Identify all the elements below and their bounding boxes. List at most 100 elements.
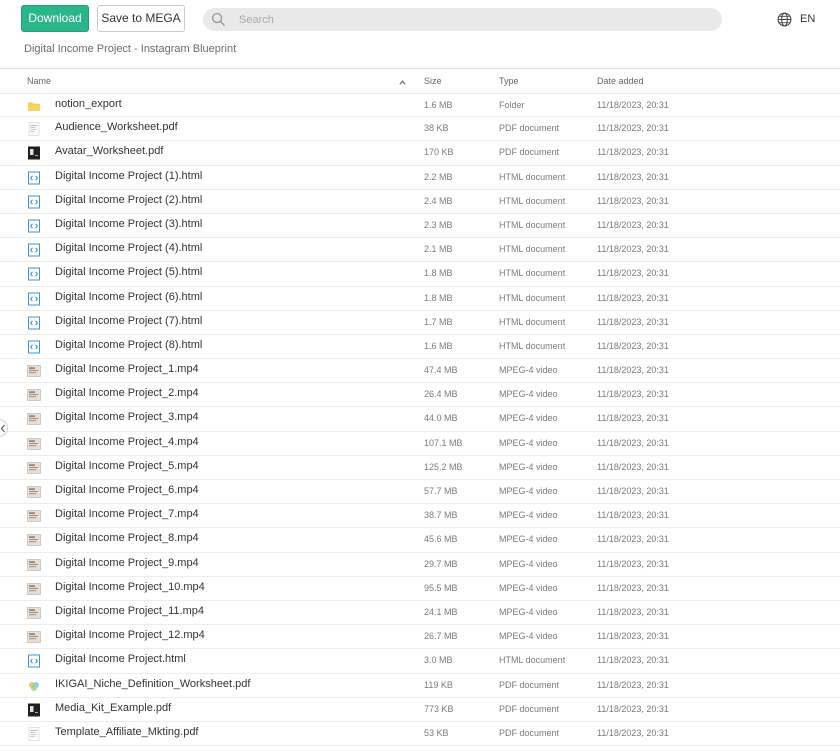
file-row[interactable]: Digital Income Project (6).html 1.8 MB HTM…: [0, 287, 840, 311]
file-size: 2.1 MB: [424, 244, 453, 255]
file-date-added: 11/18/2023, 20:31: [597, 437, 669, 448]
file-name[interactable]: notion_export: [55, 98, 122, 110]
html-file-icon: [27, 340, 41, 354]
file-date-added: 11/18/2023, 20:31: [597, 389, 669, 400]
file-row[interactable]: Template_Affiliate_Mkting.pdf 53 KB PDF do…: [0, 722, 840, 747]
file-date-added: 11/18/2023, 20:31: [597, 655, 669, 666]
file-row[interactable]: Digital Income Project (1).html 2.2 MB HTM…: [0, 166, 840, 190]
file-name[interactable]: Avatar_Worksheet.pdf: [55, 145, 163, 157]
file-size: 38.7 MB: [424, 510, 458, 521]
sort-ascending-icon[interactable]: [398, 78, 407, 87]
file-name[interactable]: Template_Affiliate_Mkting.pdf: [55, 726, 199, 738]
file-name[interactable]: Audience_Worksheet.pdf: [55, 121, 178, 133]
file-row[interactable]: Digital Income Project_11.mp4 24.1 MB MPEG…: [0, 601, 840, 626]
download-button[interactable]: Download: [21, 5, 89, 32]
column-header-type[interactable]: Type: [499, 76, 519, 86]
file-date-added: 11/18/2023, 20:31: [597, 171, 669, 182]
file-row[interactable]: Digital Income Project_6.mp4 57.7 MB MPEG-…: [0, 480, 840, 505]
file-row[interactable]: Digital Income Project_8.mp4 45.6 MB MPEG-…: [0, 528, 840, 553]
file-size: 3.0 MB: [424, 655, 453, 666]
search-input[interactable]: [239, 10, 709, 29]
file-row[interactable]: Digital Income Project_7.mp4 38.7 MB MPEG-…: [0, 504, 840, 529]
file-type: HTML document: [499, 219, 566, 230]
file-type: MPEG-4 video: [499, 389, 558, 400]
file-row[interactable]: Digital Income Project_3.mp4 44.0 MB MPEG-…: [0, 407, 840, 432]
file-row[interactable]: Avatar_Worksheet.pdf 170 KB PDF document 11…: [0, 141, 840, 166]
file-name[interactable]: Digital Income Project_3.mp4: [55, 411, 199, 423]
column-header-name[interactable]: Name: [27, 76, 51, 86]
file-type: HTML document: [499, 195, 566, 206]
column-header-size[interactable]: Size: [424, 76, 442, 86]
file-name[interactable]: Digital Income Project_2.mp4: [55, 387, 199, 399]
file-name[interactable]: Digital Income Project.html: [55, 653, 186, 665]
file-size: 107.1 MB: [424, 437, 463, 448]
file-date-added: 11/18/2023, 20:31: [597, 703, 669, 714]
file-row[interactable]: Audience_Worksheet.pdf 38 KB PDF document 1…: [0, 117, 840, 142]
video-thumbnail-icon: [27, 582, 41, 596]
file-row[interactable]: Digital Income Project (8).html 1.6 MB HTM…: [0, 335, 840, 360]
file-name[interactable]: Digital Income Project (5).html: [55, 266, 202, 278]
file-name[interactable]: Digital Income Project (6).html: [55, 291, 202, 303]
file-size: 95.5 MB: [424, 582, 458, 593]
file-name[interactable]: Digital Income Project (4).html: [55, 242, 202, 254]
save-to-mega-button[interactable]: Save to MEGA: [97, 5, 185, 32]
file-name[interactable]: Digital Income Project_6.mp4: [55, 484, 199, 496]
file-name[interactable]: Digital Income Project_4.mp4: [55, 436, 199, 448]
file-row[interactable]: Digital Income Project (4).html 2.1 MB HTM…: [0, 238, 840, 263]
file-row[interactable]: Digital Income Project_4.mp4 107.1 MB MPEG…: [0, 432, 840, 456]
column-header-date-added[interactable]: Date added: [597, 76, 644, 86]
file-name[interactable]: Digital Income Project_12.mp4: [55, 629, 205, 641]
file-name[interactable]: Digital Income Project (2).html: [55, 194, 202, 206]
file-name[interactable]: Digital Income Project_10.mp4: [55, 581, 205, 593]
file-type: PDF document: [499, 123, 560, 134]
search-icon: [211, 12, 226, 27]
file-size: 38 KB: [424, 123, 449, 134]
file-name[interactable]: Digital Income Project_5.mp4: [55, 460, 199, 472]
file-name[interactable]: Media_Kit_Example.pdf: [55, 702, 171, 714]
file-size: 119 KB: [424, 679, 453, 690]
file-type: HTML document: [499, 292, 566, 303]
file-row[interactable]: Digital Income Project (7).html 1.7 MB HTM…: [0, 311, 840, 335]
file-row[interactable]: Media_Kit_Example.pdf 773 KB PDF document 1…: [0, 698, 840, 722]
file-row[interactable]: Digital Income Project.html 3.0 MB HTML do…: [0, 649, 840, 674]
top-toolbar: Download Save to MEGA EN: [0, 0, 840, 40]
file-name[interactable]: Digital Income Project (7).html: [55, 315, 202, 327]
file-row[interactable]: notion_export 1.6 MB Folder 11/18/2023, 20:…: [0, 93, 840, 118]
file-name[interactable]: Digital Income Project_7.mp4: [55, 508, 199, 520]
file-date-added: 11/18/2023, 20:31: [597, 679, 669, 690]
file-row[interactable]: Digital Income Project_9.mp4 29.7 MB MPEG-…: [0, 553, 840, 577]
search-bar[interactable]: [203, 8, 722, 31]
file-name[interactable]: Digital Income Project_11.mp4: [55, 605, 204, 617]
video-thumbnail-icon: [27, 364, 41, 378]
globe-icon: [777, 12, 792, 26]
video-thumbnail-icon: [27, 533, 41, 547]
html-file-icon: [27, 243, 41, 257]
file-row[interactable]: Digital Income Project_2.mp4 26.4 MB MPEG-…: [0, 383, 840, 408]
file-name[interactable]: IKIGAI_Niche_Definition_Worksheet.pdf: [55, 678, 250, 690]
file-name[interactable]: Digital Income Project_9.mp4: [55, 557, 199, 569]
file-name[interactable]: Digital Income Project (1).html: [55, 170, 202, 182]
file-date-added: 11/18/2023, 20:31: [597, 558, 669, 569]
file-size: 26.4 MB: [424, 389, 458, 400]
file-type: HTML document: [499, 316, 566, 327]
file-row[interactable]: Digital Income Project_5.mp4 125.2 MB MPEG…: [0, 456, 840, 480]
file-row[interactable]: Digital Income Project (2).html 2.4 MB HTM…: [0, 190, 840, 214]
file-name[interactable]: Digital Income Project (3).html: [55, 218, 202, 230]
file-row[interactable]: IKIGAI_Niche_Definition_Worksheet.pdf 119…: [0, 674, 840, 698]
file-row[interactable]: Digital Income Project_10.mp4 95.5 MB MPEG…: [0, 577, 840, 601]
language-selector[interactable]: EN: [777, 11, 815, 27]
file-type: HTML document: [499, 655, 566, 666]
file-row[interactable]: Digital Income Project (3).html 2.3 MB HTM…: [0, 214, 840, 239]
file-type: HTML document: [499, 268, 566, 279]
file-name[interactable]: Digital Income Project_1.mp4: [55, 363, 199, 375]
file-row[interactable]: Digital Income Project_1.mp4 47.4 MB MPEG-…: [0, 359, 840, 384]
file-date-added: 11/18/2023, 20:31: [597, 461, 669, 472]
file-name[interactable]: Digital Income Project_8.mp4: [55, 532, 199, 544]
file-size: 125.2 MB: [424, 461, 463, 472]
file-row[interactable]: Digital Income Project (5).html 1.8 MB HTM…: [0, 262, 840, 287]
video-thumbnail-icon: [27, 509, 41, 523]
file-row[interactable]: Digital Income Project_12.mp4 26.7 MB MPEG…: [0, 625, 840, 650]
file-name[interactable]: Digital Income Project (8).html: [55, 339, 202, 351]
file-type: MPEG-4 video: [499, 631, 558, 642]
file-date-added: 11/18/2023, 20:31: [597, 195, 669, 206]
